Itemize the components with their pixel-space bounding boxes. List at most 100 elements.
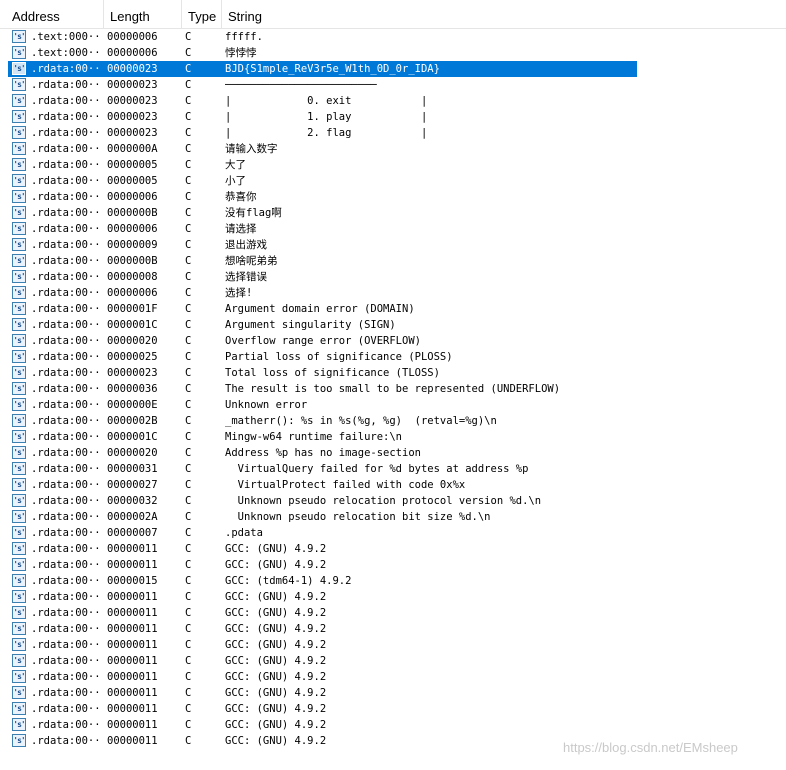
cell-length: 0000002B [107, 415, 158, 427]
cell-type: C [185, 335, 192, 347]
table-row[interactable]: 's' .rdata:00··· 00000023 C Total loss of si… [0, 365, 786, 381]
table-row[interactable]: 's' .rdata:00··· 00000006 C 恭喜你 [0, 189, 786, 205]
table-row[interactable]: 's' .rdata:00··· 00000006 C 选择! [0, 285, 786, 301]
string-icon: 's' [12, 590, 26, 603]
string-icon: 's' [12, 446, 26, 459]
string-icon: 's' [12, 94, 26, 107]
string-icon: 's' [12, 270, 26, 283]
cell-length: 00000006 [107, 47, 158, 59]
cell-type: C [185, 175, 192, 187]
table-row[interactable]: 's' .rdata:00··· 00000011 C GCC: (GNU) 4.9.2 [0, 669, 786, 685]
table-row[interactable]: 's' .rdata:00··· 00000023 C | 2. flag | [0, 125, 786, 141]
column-header-type[interactable]: Type [182, 0, 222, 29]
cell-string: 请输入数字 [225, 143, 278, 155]
cell-string: VirtualProtect failed with code 0x%x [225, 479, 466, 491]
cell-string: 选择! [225, 287, 253, 299]
string-icon: 's' [12, 318, 26, 331]
table-row[interactable]: 's' .rdata:00··· 00000011 C GCC: (GNU) 4.9.2 [0, 653, 786, 669]
cell-string: Unknown pseudo relocation protocol versi… [225, 495, 542, 507]
cell-address: .rdata:00··· [31, 655, 101, 667]
cell-length: 00000011 [107, 687, 158, 699]
table-row[interactable]: 's' .rdata:00··· 00000009 C 退出游戏 [0, 237, 786, 253]
table-row[interactable]: 's' .rdata:00··· 0000000B C 想啥呢弟弟 [0, 253, 786, 269]
cell-string: Address %p has no image-section [225, 447, 421, 459]
cell-length: 0000000E [107, 399, 158, 411]
string-icon: 's' [12, 654, 26, 667]
table-row[interactable]: 's' .rdata:00··· 00000031 C VirtualQuery fa… [0, 461, 786, 477]
cell-string: 悖悖悖 [225, 47, 257, 59]
cell-address: .rdata:00··· [31, 319, 101, 331]
cell-length: 0000000B [107, 255, 158, 267]
table-row[interactable]: 's' .rdata:00··· 0000001C C Mingw-w64 runtim… [0, 429, 786, 445]
table-row[interactable]: 's' .rdata:00··· 00000011 C GCC: (GNU) 4.9.2 [0, 637, 786, 653]
string-icon: 's' [12, 142, 26, 155]
table-row[interactable]: 's' .rdata:00··· 00000032 C Unknown pseudo … [0, 493, 786, 509]
table-row[interactable]: 's' .rdata:00··· 0000001C C Argument singula… [0, 317, 786, 333]
table-row[interactable]: 's' .rdata:00··· 0000000B C 没有flag啊 [0, 205, 786, 221]
table-row[interactable]: 's' .rdata:00··· 00000006 C 请选择 [0, 221, 786, 237]
cell-type: C [185, 207, 192, 219]
table-row[interactable]: 's' .rdata:00··· 00000011 C GCC: (GNU) 4.9.2 [0, 557, 786, 573]
cell-type: C [185, 239, 192, 251]
table-row[interactable]: 's' .text:000··· 00000006 Cfffff. [0, 29, 786, 45]
cell-string: GCC: (GNU) 4.9.2 [225, 671, 327, 683]
cell-address: .rdata:00··· [31, 383, 101, 395]
cell-address: .rdata:00··· [31, 495, 101, 507]
table-row[interactable]: 's' .rdata:00··· 00000027 C VirtualProtect … [0, 477, 786, 493]
string-icon: 's' [12, 286, 26, 299]
cell-string: GCC: (GNU) 4.9.2 [225, 639, 327, 651]
cell-length: 00000006 [107, 191, 158, 203]
table-row[interactable]: 's' .rdata:00··· 00000036 C The result is to… [0, 381, 786, 397]
table-row[interactable]: 's' .rdata:00··· 00000005 C 大了 [0, 157, 786, 173]
table-row[interactable]: 's' .rdata:00··· 00000020 C Overflow range e… [0, 333, 786, 349]
table-row[interactable]: 's' .rdata:00··· 00000005 C 小了 [0, 173, 786, 189]
cell-length: 00000023 [107, 63, 158, 75]
cell-address: .text:000··· [31, 47, 101, 59]
cell-address: .rdata:00··· [31, 271, 101, 283]
table-row[interactable]: 's' .rdata:00··· 00000023 C | 0. exit | [0, 93, 786, 109]
table-row[interactable]: 's' .rdata:00··· 00000023 C ────────────────… [0, 77, 786, 93]
table-row[interactable]: 's' .rdata:00··· 00000011 C GCC: (GNU) 4.9.2 [0, 605, 786, 621]
table-row[interactable]: 's' .text:000··· 00000006 C 悖悖悖 [0, 45, 786, 61]
cell-length: 00000023 [107, 95, 158, 107]
cell-address: .rdata:00··· [31, 511, 101, 523]
table-row[interactable]: 's' .rdata:00··· 00000015 C GCC: (tdm64-1) 4… [0, 573, 786, 589]
table-row[interactable]: 's' .rdata:00··· 0000002A C Unknown pseudo … [0, 509, 786, 525]
string-icon: 's' [12, 510, 26, 523]
table-row[interactable]: 's' .rdata:00··· 00000023 C | 1. play | [0, 109, 786, 125]
column-header-string[interactable]: String [222, 0, 786, 29]
table-row[interactable]: 's' .rdata:00··· 00000011 C GCC: (GNU) 4.9.2 [0, 685, 786, 701]
table-row[interactable]: 's' .rdata:00··· 0000002B C _matherr(): %s i… [0, 413, 786, 429]
string-icon: 's' [12, 718, 26, 731]
cell-type: C [185, 527, 192, 539]
string-icon: 's' [12, 494, 26, 507]
cell-string: VirtualQuery failed for %d bytes at addr… [225, 463, 529, 475]
table-row[interactable]: 's' .rdata:00··· 00000011 C GCC: (GNU) 4.9.2 [0, 541, 786, 557]
cell-address: .rdata:00··· [31, 335, 101, 347]
table-row[interactable]: 's' .rdata:00··· 00000007 C .pdata [0, 525, 786, 541]
cell-string: 想啥呢弟弟 [225, 255, 278, 267]
string-icon: 's' [12, 414, 26, 427]
cell-length: 0000002A [107, 511, 158, 523]
table-row[interactable]: 's' .rdata:00··· 00000011 C GCC: (GNU) 4.9.2 [0, 717, 786, 733]
table-row[interactable]: 's' .rdata:00··· 00000011 C GCC: (GNU) 4.9.2 [0, 701, 786, 717]
table-row[interactable]: 's' .rdata:00··· 0000001F C Argument domain … [0, 301, 786, 317]
cell-length: 0000001F [107, 303, 158, 315]
table-row[interactable]: 's' .rdata:00··· 00000020 C Address %p has n… [0, 445, 786, 461]
table-row[interactable]: 's' .rdata:00··· 0000000E C Unknown error [0, 397, 786, 413]
table-row[interactable]: 's' .rdata:00··· 00000011 C GCC: (GNU) 4.9.2 [0, 621, 786, 637]
table-row[interactable]: 's' .rdata:00··· 00000011 C GCC: (GNU) 4.9.2 [0, 589, 786, 605]
cell-type: C [185, 319, 192, 331]
cell-address: .rdata:00··· [31, 415, 101, 427]
cell-address: .rdata:00··· [31, 735, 101, 747]
string-icon: 's' [12, 222, 26, 235]
column-header-address[interactable]: Address [6, 0, 104, 29]
table-row[interactable]: 's' .rdata:00··· 00000023 C BJD{S1mple_ReV3r… [0, 61, 786, 77]
string-icon: 's' [12, 62, 26, 75]
table-row[interactable]: 's' .rdata:00··· 00000008 C 选择错误 [0, 269, 786, 285]
column-header-length[interactable]: Length [104, 0, 182, 29]
table-row[interactable]: 's' .rdata:00··· 00000025 C Partial loss of … [0, 349, 786, 365]
string-icon: 's' [12, 238, 26, 251]
string-icon: 's' [12, 334, 26, 347]
table-row[interactable]: 's' .rdata:00··· 0000000A C 请输入数字 [0, 141, 786, 157]
